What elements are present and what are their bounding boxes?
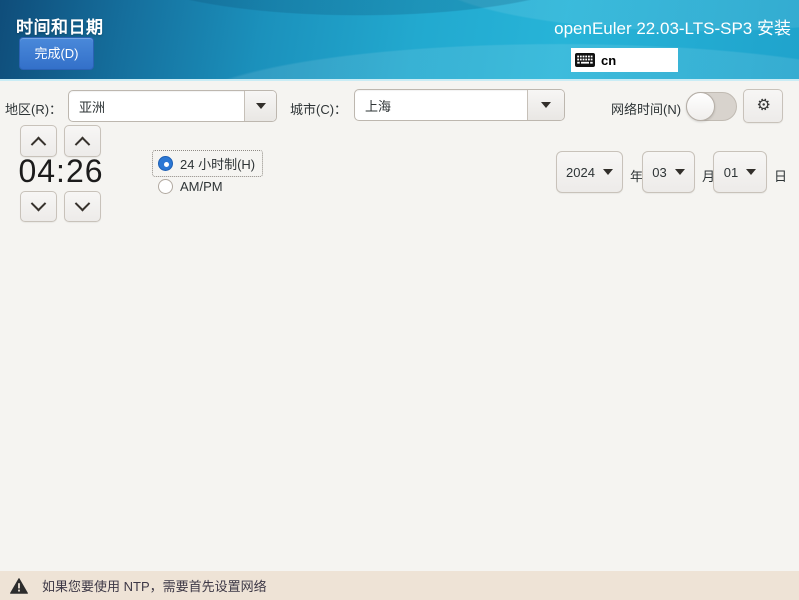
dropdown-arrow-icon — [746, 169, 757, 175]
region-label: 地区(R)： — [5, 102, 63, 117]
page-title: 时间和日期 — [16, 18, 104, 37]
dropdown-arrow-icon — [602, 169, 613, 175]
month-dropdown[interactable]: 03 — [642, 151, 695, 193]
keyboard-layout-indicator[interactable]: cn — [571, 48, 678, 72]
hours-down-button[interactable] — [20, 191, 57, 222]
radio-24h-control[interactable] — [158, 156, 173, 171]
time-display: 04:26 — [18, 153, 104, 190]
radio-ampm[interactable]: AM/PM — [158, 179, 223, 194]
header-banner: 时间和日期 完成(D) openEuler 22.03-LTS-SP3 安装 c… — [0, 0, 799, 81]
minutes-down-button[interactable] — [64, 191, 101, 222]
network-time-label: 网络时间(N) — [611, 102, 682, 117]
region-dropdown-arrow-icon[interactable] — [244, 91, 276, 121]
day-dropdown[interactable]: 01 — [713, 151, 767, 193]
region-combobox[interactable]: 亚洲 — [68, 90, 277, 122]
chevron-up-icon — [74, 136, 91, 152]
year-value: 2024 — [566, 164, 595, 180]
warning-bar: 如果您要使用 NTP，需要首先设置网络 — [0, 571, 799, 600]
keyboard-icon — [575, 53, 595, 67]
city-value: 上海 — [365, 98, 392, 114]
region-value: 亚洲 — [79, 99, 106, 115]
radio-24h[interactable]: 24 小时制(H) — [152, 150, 264, 177]
time-hours: 04 — [18, 153, 57, 189]
keyboard-layout-code: cn — [601, 52, 617, 68]
city-dropdown-arrow-icon[interactable] — [527, 90, 564, 120]
ntp-settings-button[interactable]: ⚙ — [743, 89, 783, 123]
chevron-up-icon — [30, 136, 47, 152]
installer-window: 时间和日期 完成(D) openEuler 22.03-LTS-SP3 安装 c… — [0, 0, 799, 600]
network-time-toggle[interactable] — [686, 92, 737, 121]
year-dropdown[interactable]: 2024 — [556, 151, 623, 193]
city-label: 城市(C)： — [290, 102, 348, 117]
done-button[interactable]: 完成(D) — [19, 37, 94, 70]
month-value: 03 — [652, 164, 667, 180]
dropdown-arrow-icon — [674, 169, 685, 175]
toggle-knob — [686, 92, 715, 121]
warning-icon — [10, 577, 28, 594]
city-combobox[interactable]: 上海 — [354, 89, 565, 121]
time-minutes: 26 — [65, 153, 104, 189]
gear-icon: ⚙ — [753, 95, 773, 116]
day-suffix-label: 日 — [774, 169, 788, 184]
radio-24h-label: 24 小时制(H) — [180, 157, 256, 172]
radio-ampm-control[interactable] — [158, 179, 173, 194]
warning-text: 如果您要使用 NTP，需要首先设置网络 — [42, 579, 267, 594]
time-separator: : — [56, 153, 66, 189]
chevron-down-icon — [30, 195, 47, 212]
day-value: 01 — [723, 164, 739, 180]
chevron-down-icon — [74, 195, 91, 212]
distro-title: openEuler 22.03-LTS-SP3 安装 — [554, 19, 791, 38]
radio-ampm-label: AM/PM — [180, 179, 223, 194]
